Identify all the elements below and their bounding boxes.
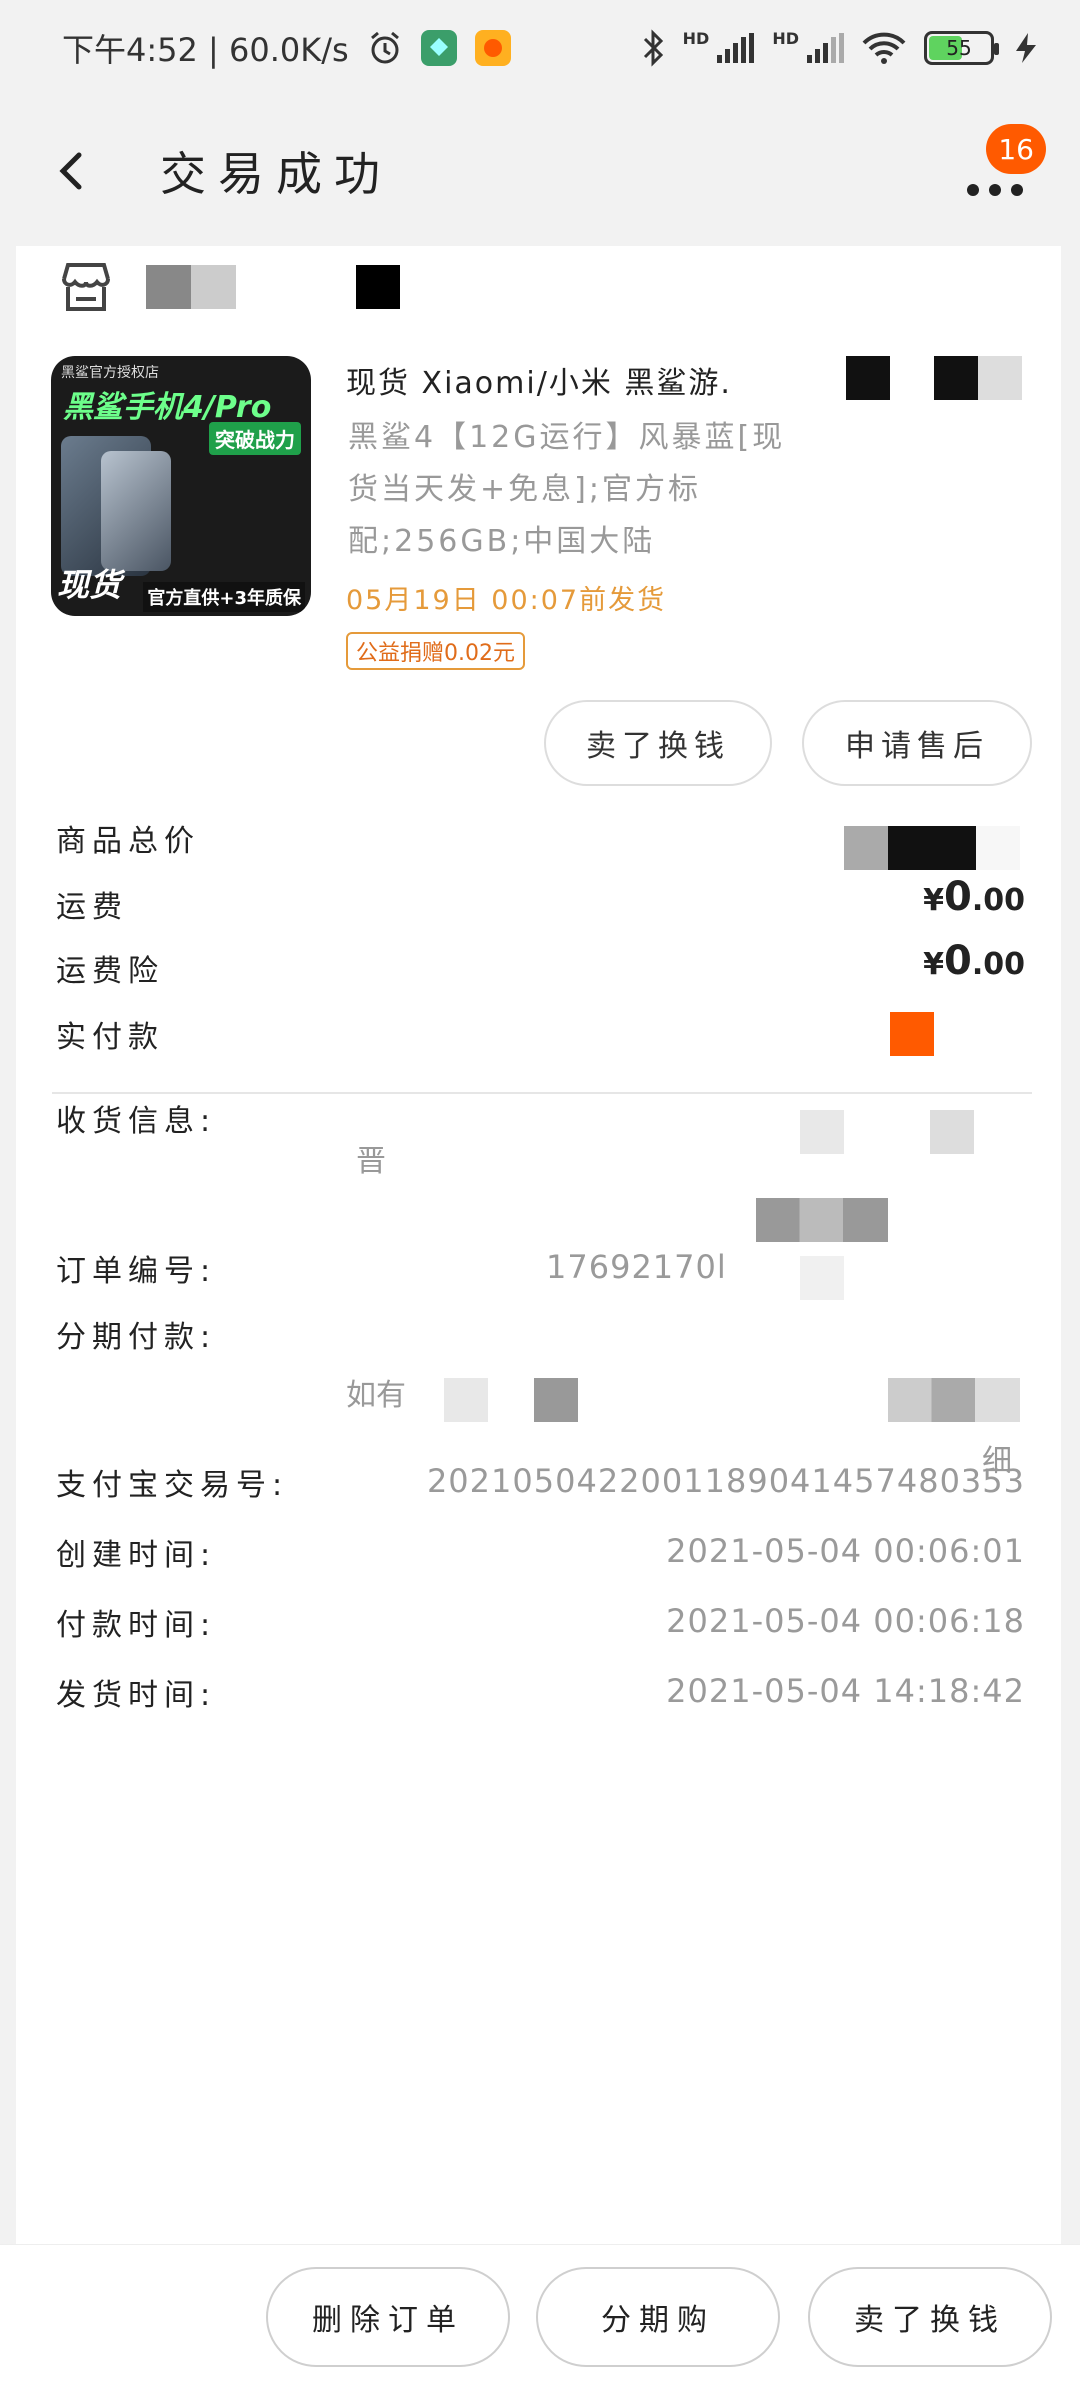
hd-label: HD bbox=[682, 29, 710, 48]
product-image-stock: 现货 bbox=[57, 566, 122, 604]
alipay-no-value[interactable]: 2021050422001189041457480353 bbox=[427, 1462, 1025, 1500]
created-time-label: 创建时间: bbox=[56, 1538, 217, 1573]
total-price-mask bbox=[844, 826, 1020, 870]
created-time-value: 2021-05-04 00:06:01 bbox=[666, 1532, 1025, 1570]
shop-icon bbox=[56, 257, 116, 317]
alarm-icon bbox=[367, 30, 403, 66]
delete-order-button[interactable]: 删除订单 bbox=[266, 2267, 510, 2367]
product-image-phone-2 bbox=[101, 451, 171, 571]
sell-button[interactable]: 卖了换钱 bbox=[544, 700, 772, 786]
page-title: 交易成功 bbox=[160, 147, 392, 201]
status-bar: 下午4:52 | 60.0K/s HD HD 55 bbox=[0, 0, 1080, 96]
order-no-value[interactable]: 17692170l bbox=[546, 1248, 727, 1286]
paid-amount-label: 实付款 bbox=[56, 1020, 164, 1055]
title-mask bbox=[846, 356, 890, 400]
installment-partial: 如有 bbox=[346, 1378, 406, 1413]
receiver-mask bbox=[800, 1110, 844, 1154]
product-image-store: 黑鲨官方授权店 bbox=[61, 365, 159, 381]
paid-amount-mask bbox=[890, 1012, 934, 1056]
installment-mask bbox=[444, 1378, 488, 1422]
signal-icon bbox=[717, 33, 755, 63]
total-price-label: 商品总价 bbox=[56, 824, 200, 859]
charity-tag: 公益捐赠0.02元 bbox=[346, 632, 525, 670]
receiver-label: 收货信息: bbox=[56, 1104, 217, 1139]
shop-row[interactable] bbox=[56, 252, 400, 322]
product-title[interactable]: 现货 Xiaomi/小米 黑鲨游. bbox=[346, 358, 732, 402]
shipped-time-label: 发货时间: bbox=[56, 1678, 217, 1713]
installment-mask-3 bbox=[888, 1378, 1020, 1422]
order-card: 黑鲨官方授权店 黑鲨手机4/Pro 突破战力 现货 官方直供+3年质保 现货 X… bbox=[16, 246, 1061, 2246]
wifi-icon bbox=[862, 31, 906, 65]
receiver-mask-3 bbox=[756, 1198, 888, 1242]
app-notification-icon-2 bbox=[474, 30, 511, 66]
divider bbox=[52, 1092, 1032, 1094]
product-image-title: 黑鲨手机4/Pro bbox=[63, 390, 272, 425]
product-image-badge: 突破战力 bbox=[209, 422, 301, 455]
charging-icon bbox=[1012, 31, 1040, 65]
notification-badge: 16 bbox=[986, 124, 1046, 174]
shop-name-mask bbox=[146, 265, 236, 309]
paid-time-label: 付款时间: bbox=[56, 1608, 217, 1643]
receiver-mask-2 bbox=[930, 1110, 974, 1154]
shipping-label: 运费 bbox=[56, 890, 128, 925]
product-image[interactable]: 黑鲨官方授权店 黑鲨手机4/Pro 突破战力 现货 官方直供+3年质保 bbox=[51, 356, 311, 616]
insurance-label: 运费险 bbox=[56, 954, 164, 989]
back-button[interactable] bbox=[40, 141, 100, 201]
order-no-mask bbox=[800, 1256, 844, 1300]
app-notification-icon bbox=[420, 30, 457, 66]
more-dots-icon bbox=[967, 184, 1023, 196]
paid-time-value: 2021-05-04 00:06:18 bbox=[666, 1602, 1025, 1640]
shipping-value: ¥0.00 bbox=[923, 874, 1025, 920]
hd-label-2: HD bbox=[772, 29, 799, 48]
after-sale-button[interactable]: 申请售后 bbox=[802, 700, 1032, 786]
battery-level: 55 bbox=[946, 36, 972, 60]
alipay-no-label: 支付宝交易号: bbox=[56, 1468, 289, 1503]
back-arrow-icon bbox=[59, 152, 82, 190]
signal-icon-2 bbox=[807, 33, 844, 63]
product-image-bottom: 官方直供+3年质保 bbox=[143, 582, 305, 612]
more-button[interactable]: 16 bbox=[950, 124, 1046, 214]
product-spec: 黑鲨4【12G运行】风暴蓝[现货当天发+免息];官方标配;256GB;中国大陆 bbox=[348, 420, 786, 559]
sell-for-cash-button[interactable]: 卖了换钱 bbox=[808, 2267, 1052, 2367]
status-time: 下午4:52 | 60.0K/s bbox=[62, 31, 349, 69]
installment-label: 分期付款: bbox=[56, 1320, 217, 1355]
shop-name-mask-2 bbox=[356, 265, 400, 309]
ship-time: 05月19日 00:07前发货 bbox=[346, 585, 667, 616]
battery-icon: 55 bbox=[924, 31, 999, 65]
order-no-label: 订单编号: bbox=[56, 1254, 217, 1289]
bottom-action-bar: 删除订单 分期购 卖了换钱 bbox=[0, 2244, 1080, 2400]
header: 交易成功 16 bbox=[0, 96, 1080, 246]
title-mask-2 bbox=[934, 356, 1022, 400]
installment-buy-button[interactable]: 分期购 bbox=[536, 2267, 780, 2367]
installment-mask-2 bbox=[534, 1378, 578, 1422]
insurance-value: ¥0.00 bbox=[923, 938, 1025, 984]
shipped-time-value: 2021-05-04 14:18:42 bbox=[666, 1672, 1025, 1710]
bluetooth-icon bbox=[641, 29, 665, 67]
receiver-partial: 晋 bbox=[356, 1144, 386, 1179]
